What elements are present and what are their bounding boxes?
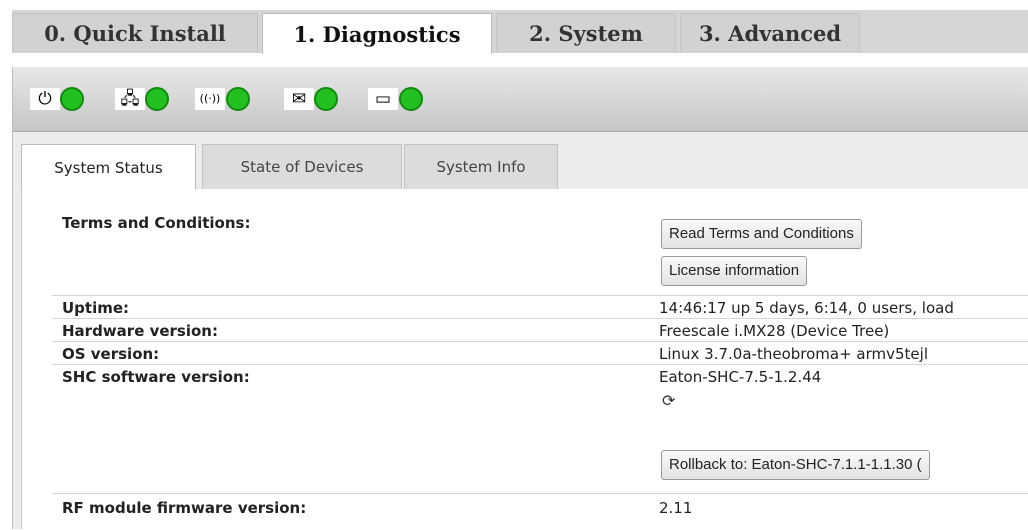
rf-firmware-row: RF module firmware version: 2.11 (52, 493, 1028, 530)
wireless-status-led (226, 87, 250, 111)
status-indicator-bar: ⏻ 🖧 ((·)) ✉ ▭ (13, 67, 1028, 132)
tab-state-of-devices[interactable]: State of Devices (202, 144, 402, 189)
network-status-led (145, 87, 169, 111)
tab-advanced[interactable]: 3. Advanced (680, 13, 860, 53)
wireless-icon: ((·)) (195, 88, 225, 110)
os-row: OS version: Linux 3.7.0a-theobroma+ armv… (52, 341, 1028, 364)
hardware-label: Hardware version: (62, 322, 218, 340)
shc-label: SHC software version: (62, 368, 250, 386)
read-terms-button[interactable]: Read Terms and Conditions (661, 219, 862, 249)
hardware-row: Hardware version: Freescale i.MX28 (Devi… (52, 318, 1028, 341)
uptime-value: 14:46:17 up 5 days, 6:14, 0 users, load (659, 299, 954, 317)
system-status-sheet: Terms and Conditions: Read Terms and Con… (21, 189, 1028, 529)
uptime-row: Uptime: 14:46:17 up 5 days, 6:14, 0 user… (52, 295, 1028, 318)
shc-value: Eaton-SHC-7.5-1.2.44 (659, 368, 822, 386)
diagnostics-panel: ⏻ 🖧 ((·)) ✉ ▭ System Status State of Dev… (12, 67, 1028, 529)
rf-firmware-value: 2.11 (659, 499, 693, 517)
tab-system-status[interactable]: System Status (21, 144, 196, 190)
rf-firmware-label: RF module firmware version: (62, 499, 307, 517)
shc-row: SHC software version: Eaton-SHC-7.5-1.2.… (52, 364, 1028, 493)
battery-status-led (399, 87, 423, 111)
tab-diagnostics[interactable]: 1. Diagnostics (262, 13, 492, 54)
terms-label: Terms and Conditions: (62, 214, 251, 232)
power-icon: ⏻ (30, 88, 60, 110)
license-information-button[interactable]: License information (661, 256, 808, 286)
tab-quick-install[interactable]: 0. Quick Install (12, 13, 258, 53)
os-value: Linux 3.7.0a-theobroma+ armv5tejl (659, 345, 928, 363)
content-area: System Status State of Devices System In… (13, 132, 1028, 529)
hardware-value: Freescale i.MX28 (Device Tree) (659, 322, 890, 340)
uptime-label: Uptime: (62, 299, 130, 317)
power-status-led (60, 87, 84, 111)
mail-status-led (314, 87, 338, 111)
terms-row: Terms and Conditions: Read Terms and Con… (52, 189, 1028, 289)
tab-system[interactable]: 2. System (496, 13, 676, 53)
battery-icon: ▭ (368, 88, 398, 110)
sub-tab-bar: System Status State of Devices System In… (13, 132, 1028, 190)
network-icon: 🖧 (115, 88, 145, 110)
tab-system-info[interactable]: System Info (404, 144, 558, 189)
os-label: OS version: (62, 345, 160, 363)
refresh-icon[interactable]: ⟳ (662, 391, 675, 410)
top-tab-bar: 0. Quick Install 1. Diagnostics 2. Syste… (0, 0, 1028, 62)
mail-icon: ✉ (284, 88, 314, 110)
rollback-button[interactable]: Rollback to: Eaton-SHC-7.1.1-1.1.30 ( (661, 450, 930, 480)
